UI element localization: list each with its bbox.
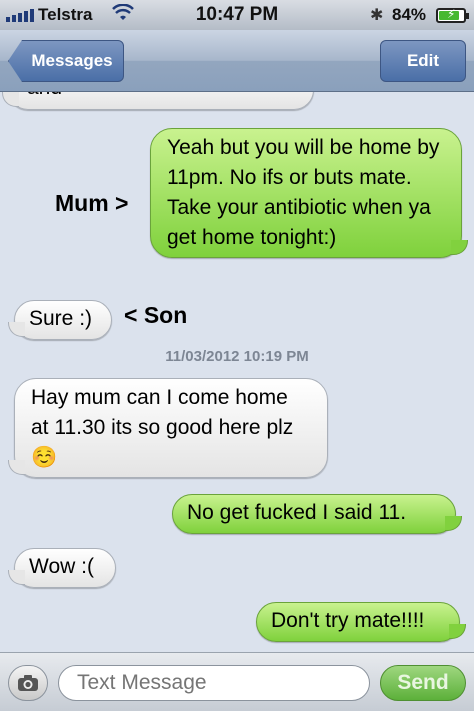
message-text: and	[27, 92, 62, 99]
message-bubble-incoming[interactable]: Wow :(	[8, 548, 116, 588]
text-message-input[interactable]	[58, 665, 370, 701]
navigation-bar: Messages Edit	[0, 30, 474, 92]
message-bubble-outgoing[interactable]: No get fucked I said 11.	[172, 494, 462, 534]
annotation-son: < Son	[124, 302, 188, 328]
message-text: Hay mum can I come home at 11.30 its so …	[31, 386, 294, 469]
message-text: Sure :)	[29, 307, 93, 330]
camera-button[interactable]	[8, 665, 48, 701]
message-bubble-outgoing[interactable]: Yeah but you will be home by 11pm. No if…	[150, 128, 468, 258]
message-text: Yeah but you will be home by 11pm. No if…	[167, 136, 440, 249]
message-bubble-incoming[interactable]: Hay mum can I come home at 11.30 its so …	[8, 378, 328, 478]
status-bar: Telstra 10:47 PM ✱ 84% ⚡	[0, 0, 474, 30]
battery-charging-icon: ⚡	[436, 7, 469, 23]
message-timestamp: 11/03/2012 10:19 PM	[165, 348, 309, 365]
message-text: No get fucked I said 11.	[187, 501, 407, 524]
message-text: Don't try mate!!!!	[271, 609, 425, 632]
messages-back-button[interactable]: Messages	[8, 40, 124, 82]
annotation-mum: Mum >	[55, 190, 129, 216]
message-bubble-outgoing[interactable]: Don't try mate!!!!	[256, 602, 466, 642]
bluetooth-icon: ✱	[370, 7, 384, 24]
conversation-thread[interactable]: and Mum > Yeah but you will be home by 1…	[0, 92, 474, 652]
message-bubble-incoming[interactable]: Sure :)	[8, 300, 112, 340]
battery-percent: 84%	[392, 5, 427, 24]
message-composer: Send	[0, 652, 474, 711]
edit-button[interactable]: Edit	[380, 40, 466, 82]
message-bubble-incoming[interactable]: and	[2, 92, 314, 110]
send-button[interactable]: Send	[380, 665, 466, 701]
camera-icon	[18, 675, 38, 691]
message-text: Wow :(	[29, 555, 94, 578]
